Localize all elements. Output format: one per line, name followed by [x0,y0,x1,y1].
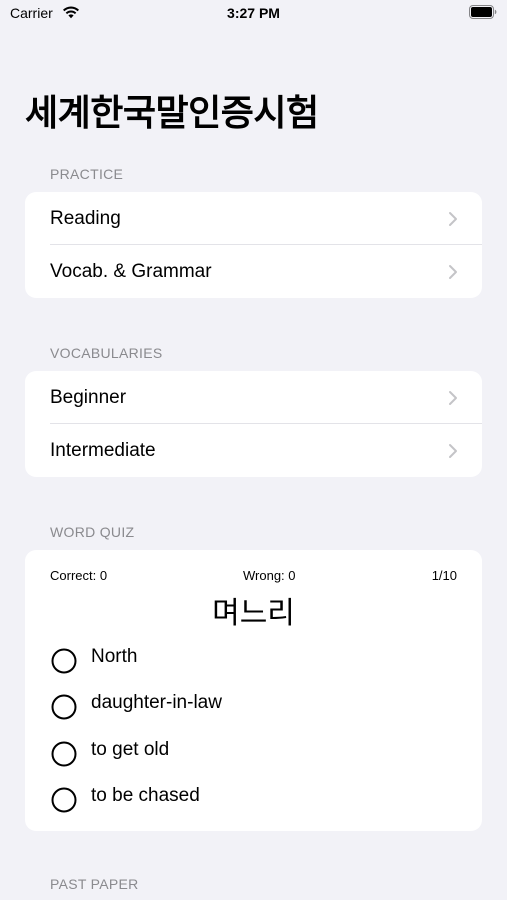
quiz-option-2[interactable]: daughter-in-law [51,692,451,722]
page-title: 세계한국말인증시험 [25,92,319,133]
chevron-right-icon [449,390,457,405]
radio-empty-icon [51,787,77,813]
correct-count: Correct: 0 [50,568,108,583]
wrong-count: Wrong: 0 [243,568,296,583]
practice-card: Reading Vocab. & Grammar [25,192,482,298]
row-label: Intermediate [50,439,156,461]
quiz-option-4[interactable]: to be chased [51,785,451,815]
quiz-progress: 1/10 [431,568,457,583]
row-vocab-grammar[interactable]: Vocab. & Grammar [25,245,482,298]
row-beginner[interactable]: Beginner [25,371,482,424]
radio-empty-icon [51,741,77,767]
option-label: daughter-in-law [91,692,222,713]
chevron-right-icon [449,264,457,279]
quiz-option-3[interactable]: to get old [51,739,451,769]
vocabularies-card: Beginner Intermediate [25,371,482,477]
status-time: 3:27 PM [227,5,280,21]
section-header-vocabularies: VOCABULARIES [50,345,163,361]
row-label: Beginner [50,386,127,408]
option-label: North [91,646,138,667]
row-label: Vocab. & Grammar [50,260,212,282]
option-label: to get old [91,739,170,760]
section-header-practice: PRACTICE [50,166,124,182]
row-reading[interactable]: Reading [25,192,482,245]
option-label: to be chased [91,785,200,806]
quiz-word: 며느리 [212,597,295,630]
radio-empty-icon [51,648,77,674]
quiz-option-1[interactable]: North [51,646,451,676]
section-header-word-quiz: WORD QUIZ [50,524,135,540]
status-bar: Carrier 3:27 PM [0,0,507,30]
row-label: Reading [50,207,121,229]
radio-empty-icon [51,694,77,720]
section-header-past-paper: PAST PAPER [50,876,139,892]
battery-icon [469,5,497,19]
word-quiz-card: Correct: 0 Wrong: 0 1/10 며느리 North daugh… [25,550,482,831]
chevron-right-icon [449,211,457,226]
chevron-right-icon [449,443,457,458]
row-intermediate[interactable]: Intermediate [25,424,482,477]
